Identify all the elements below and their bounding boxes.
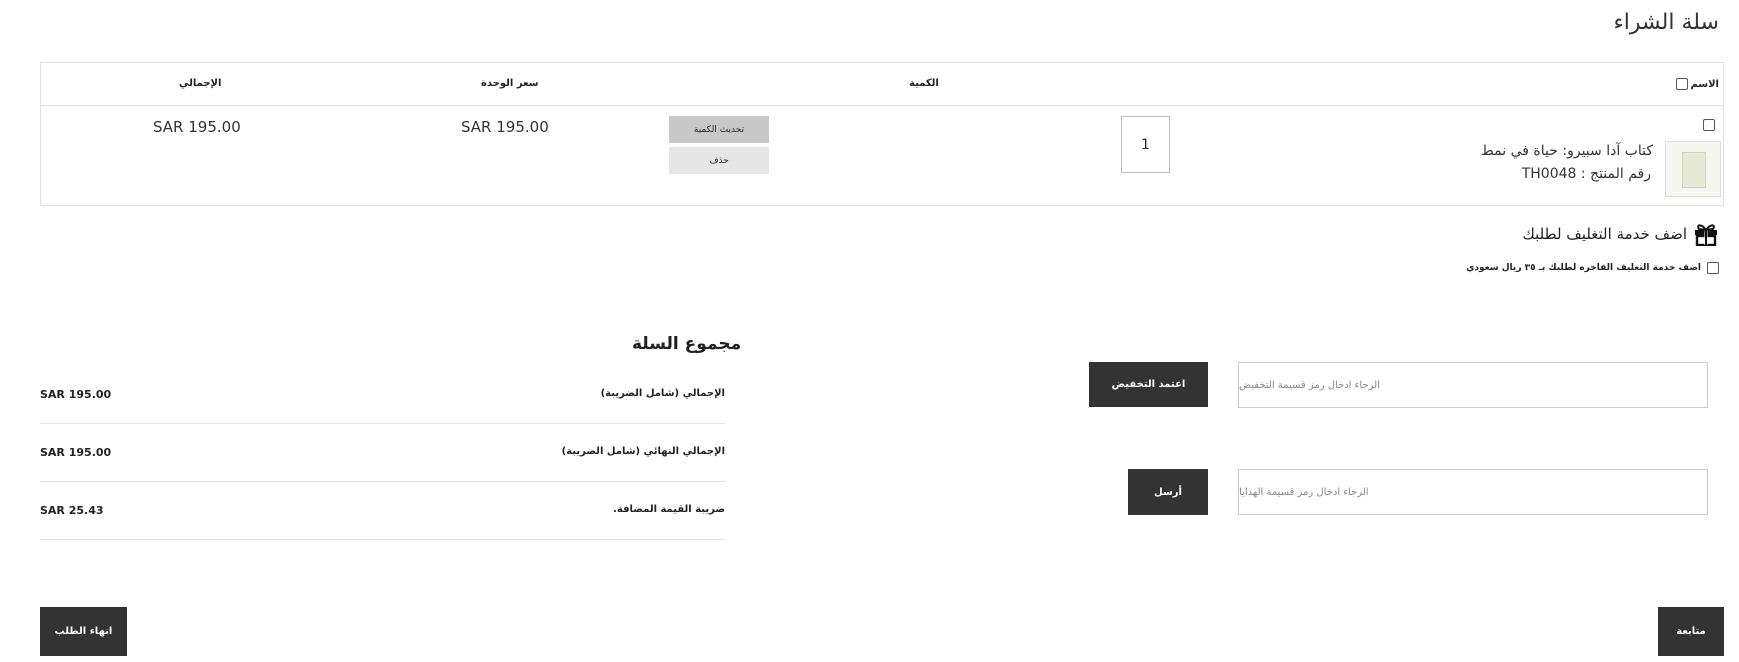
delete-button[interactable]: حذف [669,147,769,174]
totals-row-label: ضريبة القيمة المضافة. [613,504,725,515]
finish-order-button[interactable]: انهاء الطلب [40,607,127,656]
product-thumbnail[interactable] [1665,141,1721,197]
totals-row: الإجمالي (شامل الضريبة) SAR 195.00 [40,366,725,424]
gift-icon [1695,224,1717,246]
select-all-checkbox[interactable] [1676,78,1689,90]
cart-totals-title: مجموع السلة [632,334,742,354]
sku-label: رقم المنتج : [1580,166,1651,182]
totals-row-value: SAR 195.00 [40,446,112,459]
row-select-checkbox[interactable] [1703,119,1715,131]
send-gift-card-button[interactable]: أرسل [1128,469,1208,515]
totals-row: الإجمالي النهائي (شامل الضريبة) SAR 195.… [40,424,725,482]
gift-wrap-title: اضف خدمة التغليف لطلبك [1522,225,1688,243]
gift-card-code-input[interactable]: الرجاء ادخال رمز قسيمة الهدايا [1238,469,1708,515]
gift-wrap-heading: اضف خدمة التغليف لطلبك [1523,222,1720,246]
header-quantity: الكمية [909,78,939,89]
cart-table-header: الاسم الكمية سعر الوحدة الإجمالي [41,63,1723,106]
cart-table: الاسم الكمية سعر الوحدة الإجمالي كتاب آد… [40,62,1724,206]
product-name[interactable]: كتاب آدا سبيرو: حياة في نمط [1481,143,1653,159]
sku-value: TH0048 [1521,166,1577,182]
gift-wrap-checkbox[interactable] [1707,262,1719,274]
update-quantity-button[interactable]: تحديث الكمية [669,116,769,143]
totals-row-value: SAR 195.00 [40,388,112,401]
header-unit-price: سعر الوحدة [481,78,539,89]
quantity-input[interactable]: 1 [1121,116,1170,173]
coupon-code-input[interactable]: الرجاء ادخال رمز قسيمة التخفيض [1238,362,1708,408]
unit-price: SAR 195.00 [461,118,549,136]
row-total: SAR 195.00 [153,118,241,136]
continue-button[interactable]: متابعة [1658,607,1724,656]
header-name: الاسم [1676,78,1719,90]
totals-row-label: الإجمالي (شامل الضريبة) [600,388,725,399]
product-sku: رقم المنتج : TH0048 [1522,166,1651,182]
page-title: سلة الشراء [1613,10,1719,35]
gift-wrap-option-label: اضف خدمة التغليف الفاخره لطلبك بـ ٣٥ ريا… [1466,263,1701,273]
header-name-label: الاسم [1690,78,1719,90]
totals-row-value: SAR 25.43 [40,504,104,517]
gift-wrap-option[interactable]: اضف خدمة التغليف الفاخره لطلبك بـ ٣٥ ريا… [1466,262,1719,274]
header-total: الإجمالي [179,78,222,89]
product-image [1682,152,1706,188]
apply-discount-button[interactable]: اعتمد التخفيض [1089,362,1208,407]
totals-row: ضريبة القيمة المضافة. SAR 25.43 [40,482,725,540]
totals-row-label: الإجمالي النهائي (شامل الضريبة) [561,446,725,457]
